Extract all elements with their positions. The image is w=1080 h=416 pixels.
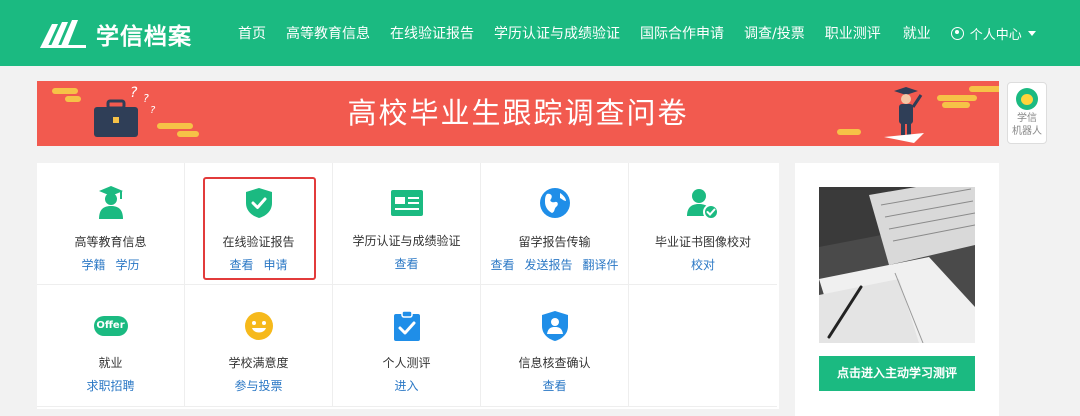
service-title: 就业 bbox=[98, 356, 123, 370]
service-card-study-abroad: 留学报告传输 查看 发送报告 翻译件 bbox=[481, 163, 629, 285]
link-translation[interactable]: 翻译件 bbox=[583, 258, 619, 272]
robot-label-1: 学信 bbox=[1017, 113, 1037, 124]
chevron-down-icon bbox=[1027, 30, 1036, 36]
service-links: 查看 bbox=[333, 255, 480, 272]
start-study-test-button[interactable]: 点击进入主动学习测评 bbox=[819, 356, 975, 391]
service-links: 参与投票 bbox=[185, 377, 332, 394]
main-nav: 首页 高等教育信息 在线验证报告 学历认证与成绩验证 国际合作申请 调查/投票 … bbox=[238, 0, 1036, 66]
decor-stripe bbox=[937, 95, 977, 101]
decor-stripe bbox=[942, 102, 970, 108]
graduate-icon bbox=[98, 186, 123, 219]
book-logo-icon bbox=[40, 20, 86, 48]
service-title: 高等教育信息 bbox=[74, 235, 147, 249]
link-view[interactable]: 查看 bbox=[490, 258, 514, 272]
robot-icon bbox=[1016, 88, 1038, 110]
offer-icon: Offer bbox=[93, 316, 128, 336]
link-enter[interactable]: 进入 bbox=[394, 379, 418, 393]
graduate-figure-icon bbox=[884, 87, 924, 143]
link-proofread[interactable]: 校对 bbox=[691, 258, 715, 272]
user-center-label: 个人中心 bbox=[969, 27, 1022, 43]
service-card-certification: 学历认证与成绩验证 查看 bbox=[333, 163, 481, 285]
link-degree[interactable]: 学历 bbox=[116, 258, 140, 272]
service-title: 信息核查确认 bbox=[518, 356, 591, 370]
link-view[interactable]: 查看 bbox=[394, 257, 418, 271]
laptop-notebook-photo bbox=[819, 187, 975, 343]
user-circle-icon bbox=[950, 26, 964, 40]
nav-online-report[interactable]: 在线验证报告 bbox=[390, 23, 474, 43]
link-view[interactable]: 查看 bbox=[542, 379, 566, 393]
decor-stripe bbox=[969, 86, 999, 92]
highlight-box bbox=[203, 177, 316, 280]
banner-title: 高校毕业生跟踪调查问卷 bbox=[347, 96, 689, 130]
brand-name: 学信档案 bbox=[96, 24, 192, 50]
id-card-icon bbox=[390, 190, 423, 216]
decor-stripe bbox=[837, 129, 861, 135]
service-card-info-verify: 信息核查确认 查看 bbox=[481, 285, 629, 407]
service-title: 个人测评 bbox=[382, 356, 431, 370]
link-send-report[interactable]: 发送报告 bbox=[524, 258, 572, 272]
study-test-card: 点击进入主动学习测评 bbox=[795, 163, 999, 416]
link-vote[interactable]: 参与投票 bbox=[234, 379, 282, 393]
service-card-certificate-check: 毕业证书图像校对 校对 bbox=[629, 163, 777, 285]
service-links: 校对 bbox=[629, 256, 777, 273]
service-card-satisfaction: 学校满意度 参与投票 bbox=[185, 285, 333, 407]
smile-icon bbox=[244, 312, 273, 340]
survey-banner[interactable]: ? ? ? 高校毕业生跟踪调查问卷 bbox=[37, 81, 999, 146]
user-center-menu[interactable]: 个人中心 bbox=[950, 24, 1036, 43]
service-card-jobs: Offer 就业 求职招聘 bbox=[37, 285, 185, 407]
service-links: 学籍 学历 bbox=[37, 256, 184, 273]
service-card-personal-test: 个人测评 进入 bbox=[333, 285, 481, 407]
link-student-status[interactable]: 学籍 bbox=[81, 258, 105, 272]
services-panel: 高等教育信息 学籍 学历 在线验证报告 查看 申请 学历认证与成绩验证 查看 留… bbox=[37, 163, 779, 409]
service-title: 学历认证与成绩验证 bbox=[352, 234, 461, 248]
nav-higher-education[interactable]: 高等教育信息 bbox=[286, 23, 370, 43]
nav-jobs[interactable]: 就业 bbox=[903, 23, 931, 43]
service-title: 学校满意度 bbox=[228, 356, 289, 370]
nav-survey[interactable]: 调查/投票 bbox=[744, 23, 805, 43]
nav-certification[interactable]: 学历认证与成绩验证 bbox=[494, 23, 620, 43]
service-card-empty bbox=[629, 285, 777, 407]
service-links: 进入 bbox=[333, 377, 480, 394]
service-title: 毕业证书图像校对 bbox=[654, 235, 751, 249]
user-check-icon bbox=[687, 189, 719, 220]
clipboard-check-icon bbox=[393, 310, 420, 341]
top-header: 学信档案 首页 高等教育信息 在线验证报告 学历认证与成绩验证 国际合作申请 调… bbox=[0, 0, 1080, 66]
globe-icon bbox=[539, 188, 570, 218]
laptop-photo-illustration bbox=[819, 187, 975, 343]
service-links: 求职招聘 bbox=[37, 377, 184, 394]
service-links: 查看 发送报告 翻译件 bbox=[481, 256, 628, 273]
service-links: 查看 bbox=[481, 377, 628, 394]
robot-label-2: 机器人 bbox=[1012, 126, 1042, 137]
link-job-search[interactable]: 求职招聘 bbox=[86, 379, 134, 393]
user-shield-icon bbox=[541, 311, 568, 341]
nav-international[interactable]: 国际合作申请 bbox=[640, 23, 724, 43]
service-card-education: 高等教育信息 学籍 学历 bbox=[37, 163, 185, 285]
nav-career-test[interactable]: 职业测评 bbox=[825, 23, 881, 43]
nav-home[interactable]: 首页 bbox=[238, 23, 266, 43]
service-title: 留学报告传输 bbox=[518, 235, 591, 249]
assistant-robot[interactable]: 学信 机器人 bbox=[1007, 82, 1047, 144]
site-logo[interactable]: 学信档案 bbox=[38, 17, 192, 51]
